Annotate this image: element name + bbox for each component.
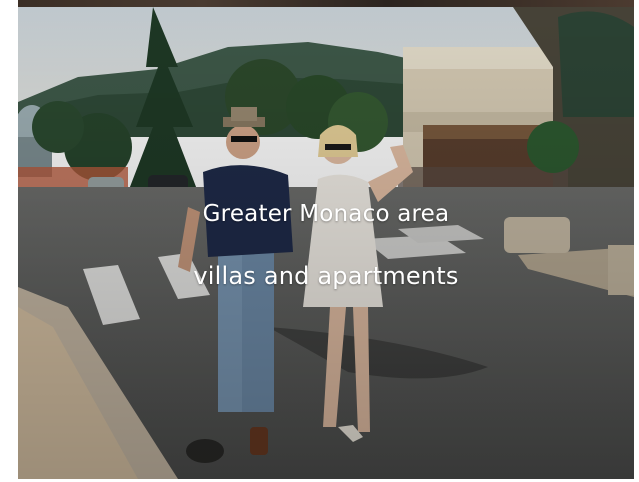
hero-headline-line1: Greater Monaco area: [202, 201, 450, 227]
hero-photo: [18, 7, 634, 479]
hero-headline-line2: villas and apartments: [193, 262, 459, 290]
top-photo-strip: [18, 0, 634, 7]
hero-banner: Greater Monaco area villas and apartment…: [18, 7, 634, 479]
